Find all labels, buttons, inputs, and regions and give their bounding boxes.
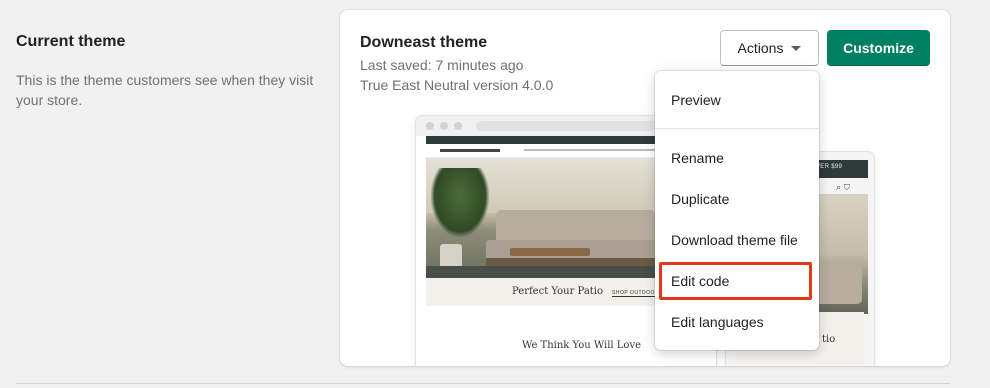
last-saved-text: Last saved: 7 minutes ago bbox=[360, 57, 524, 73]
menu-item-preview[interactable]: Preview bbox=[655, 82, 819, 118]
menu-item-download-theme-file[interactable]: Download theme file bbox=[655, 222, 819, 258]
menu-item-rename[interactable]: Rename bbox=[655, 140, 819, 176]
browser-dot-icon bbox=[426, 122, 434, 130]
search-cart-icon: ⌕ ⛉ bbox=[836, 182, 851, 192]
shop-outdoor-link: SHOP OUTDOOR bbox=[612, 290, 660, 297]
caret-down-icon bbox=[791, 45, 802, 51]
mobile-banner-text: VER $99 bbox=[816, 164, 843, 170]
menu-item-edit-code[interactable]: Edit code bbox=[655, 263, 819, 299]
mobile-caption-text: tio bbox=[822, 334, 836, 345]
browser-dot-icon bbox=[440, 122, 448, 130]
actions-button-label: Actions bbox=[737, 40, 784, 56]
hero-heading: Perfect Your Patio bbox=[512, 286, 604, 297]
theme-version-text: True East Neutral version 4.0.0 bbox=[360, 77, 554, 93]
menu-item-edit-languages[interactable]: Edit languages bbox=[655, 304, 819, 340]
section-heading: We Think You Will Love bbox=[522, 340, 642, 351]
section-title: Current theme bbox=[16, 33, 126, 50]
actions-button[interactable]: Actions bbox=[720, 30, 819, 66]
menu-divider bbox=[655, 128, 819, 129]
hero-table bbox=[510, 248, 590, 256]
actions-dropdown-menu: Preview Rename Duplicate Download theme … bbox=[655, 71, 819, 350]
section-description: This is the theme customers see when the… bbox=[16, 72, 314, 108]
browser-url-bar bbox=[476, 121, 656, 131]
store-logo bbox=[440, 149, 500, 152]
hero-sofa-base bbox=[486, 258, 676, 266]
theme-name: Downeast theme bbox=[360, 34, 488, 51]
current-theme-card: Downeast theme Last saved: 7 minutes ago… bbox=[340, 10, 950, 366]
section-divider bbox=[16, 383, 950, 384]
customize-button[interactable]: Customize bbox=[827, 30, 930, 66]
browser-dot-icon bbox=[454, 122, 462, 130]
hero-plant bbox=[430, 168, 490, 238]
menu-item-duplicate[interactable]: Duplicate bbox=[655, 181, 819, 217]
